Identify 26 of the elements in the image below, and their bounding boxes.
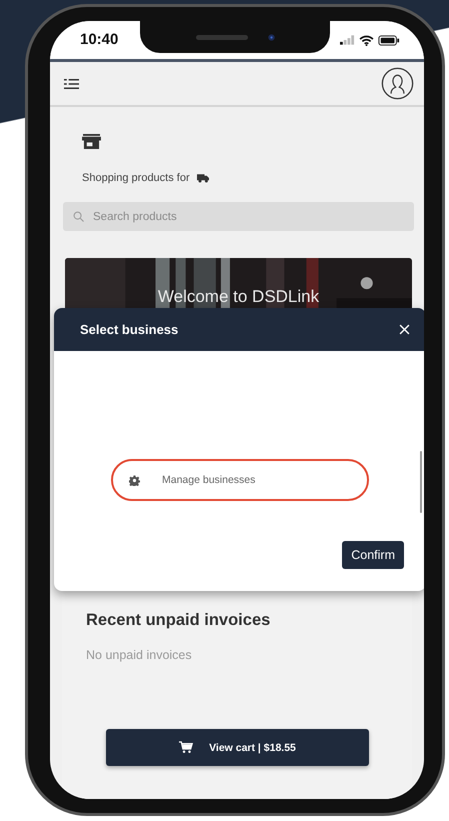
wifi-icon: [359, 34, 374, 46]
camera-icon: [268, 34, 274, 40]
scrollbar[interactable]: [420, 451, 422, 513]
menu-button[interactable]: [64, 78, 79, 90]
profile-button[interactable]: [381, 67, 414, 100]
invoices-empty: No unpaid invoices: [86, 648, 193, 662]
cart-icon: [179, 741, 194, 754]
close-button[interactable]: [397, 322, 412, 337]
status-time: 10:40: [80, 30, 118, 48]
banner-title: Welcome to DSDLink: [156, 287, 320, 307]
invoices-title: Recent unpaid invoices: [86, 611, 272, 630]
truck-icon: [196, 173, 209, 183]
battery-icon: [378, 34, 400, 46]
shop-caption: Shopping products for: [82, 172, 190, 184]
gear-icon: [129, 474, 140, 486]
modal-title: Select business: [80, 322, 178, 337]
view-cart-button[interactable]: View cart | $18.55: [106, 729, 369, 766]
signal-icon: [340, 35, 355, 45]
manage-businesses-item[interactable]: Manage businesses: [111, 459, 369, 501]
close-icon: [399, 324, 410, 335]
avatar-icon: [381, 67, 414, 100]
store-icon: [82, 133, 101, 150]
menu-icon: [64, 78, 79, 90]
search-field[interactable]: Search products: [63, 202, 414, 231]
confirm-button[interactable]: Confirm: [342, 541, 404, 569]
search-icon: [73, 211, 84, 222]
